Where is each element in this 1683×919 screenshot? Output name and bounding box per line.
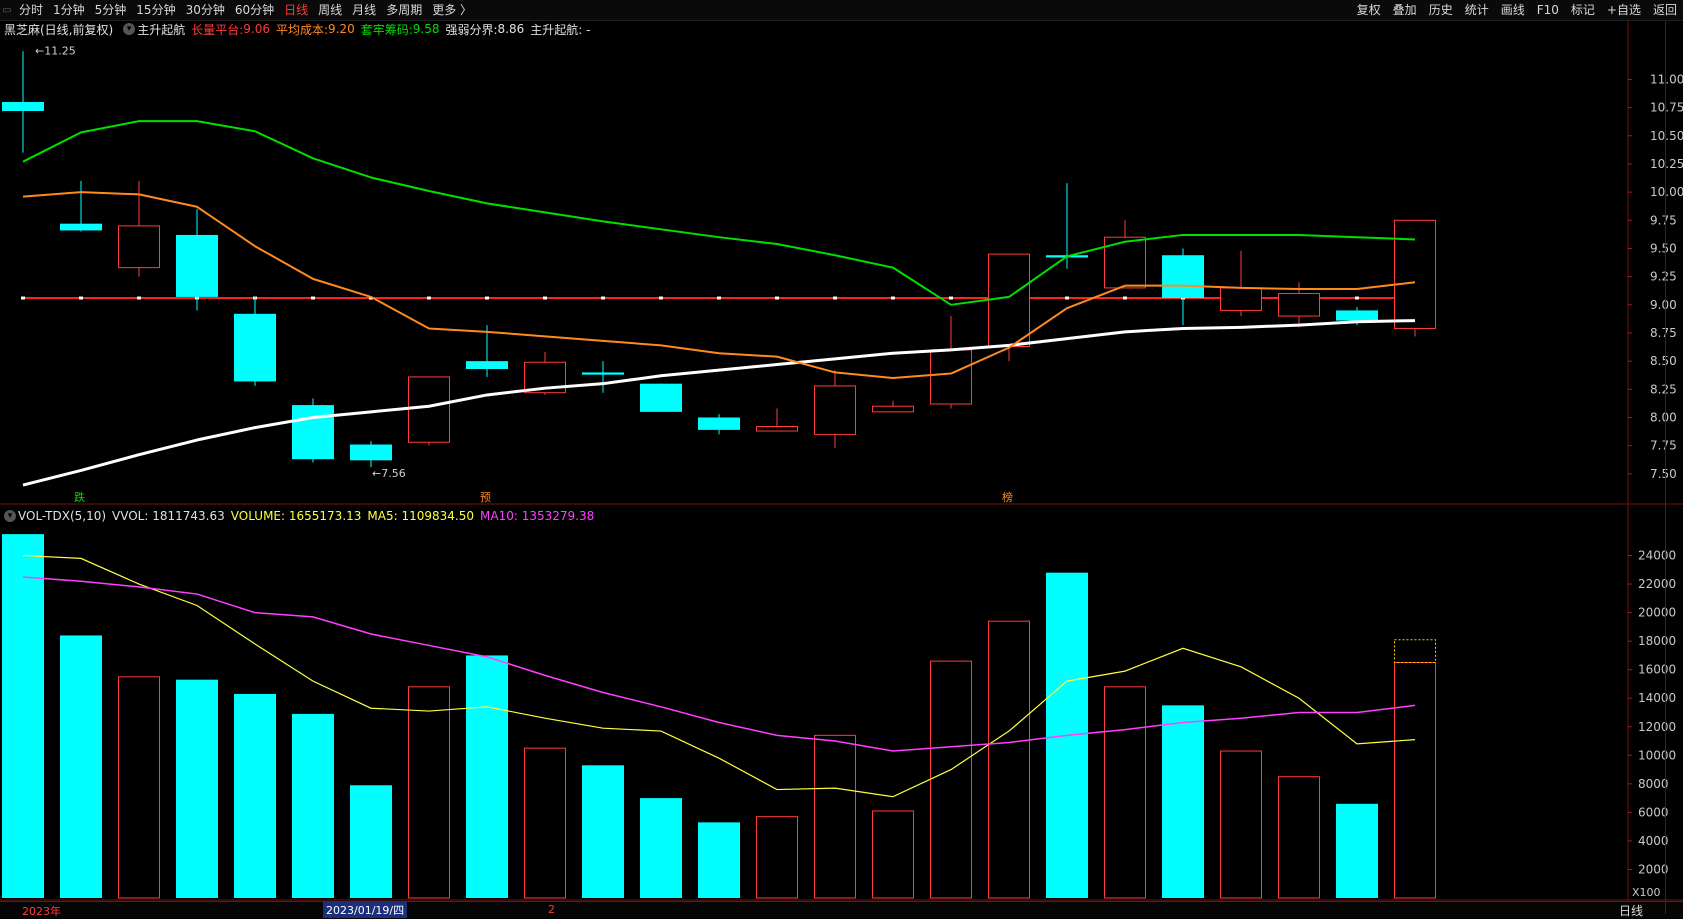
cost-line-marker (543, 296, 547, 300)
candle-body (640, 383, 682, 412)
low-annotation: ←7.56 (372, 467, 406, 480)
volume-bar (930, 660, 972, 899)
volume-bar (408, 686, 450, 899)
candle-body (118, 225, 160, 269)
candle-body (930, 349, 972, 405)
indicator-line-green (22, 120, 1416, 306)
status-date: 2023/01/19/四 (323, 902, 408, 918)
cost-line-marker (1123, 296, 1127, 300)
candle-body (582, 372, 624, 375)
cost-line-marker (311, 296, 315, 300)
candle-body (408, 376, 450, 443)
indicator-line-orange (22, 191, 1416, 380)
high-annotation: ←11.25 (35, 44, 76, 57)
volume-bar (582, 765, 624, 898)
cost-line-marker (891, 296, 895, 300)
cost-line-marker (137, 296, 141, 300)
cost-line-marker (717, 296, 721, 300)
volume-bar (640, 798, 682, 898)
volume-tick-label: 2000 (1638, 862, 1669, 876)
candle-body (872, 405, 914, 413)
candle-body (292, 405, 334, 460)
cost-line-marker (1065, 296, 1069, 300)
candle-body (1220, 287, 1262, 311)
volume-tick-label: 8000 (1638, 777, 1669, 791)
volume-bar (1220, 750, 1262, 899)
volume-tick-label: 4000 (1638, 834, 1669, 848)
cost-line-marker (485, 296, 489, 300)
signal-mark: 榜 (1002, 490, 1013, 504)
candle-body (756, 426, 798, 432)
volume-bar (1394, 662, 1436, 899)
cost-line-marker (1355, 296, 1359, 300)
volume-bar (1336, 803, 1378, 898)
candle-body (1336, 310, 1378, 321)
volume-bar (234, 693, 276, 898)
cost-line-marker (833, 296, 837, 300)
volume-bar (292, 713, 334, 898)
candle-body (234, 313, 276, 382)
volume-bar (1278, 776, 1320, 899)
cost-line-marker (427, 296, 431, 300)
cost-line-marker (79, 296, 83, 300)
ma5-line (22, 554, 1416, 798)
cost-line-marker (601, 296, 605, 300)
volume-forecast-box (1394, 639, 1436, 664)
candle-body (466, 361, 508, 370)
volume-bar (2, 534, 44, 898)
status-bar: 2023年 2023/01/19/四 2 日线 (0, 901, 1683, 918)
volume-bar (1162, 705, 1204, 898)
volume-bar (524, 747, 566, 899)
signal-mark: 跌 (74, 490, 85, 504)
candle-body (350, 444, 392, 461)
candle-body (988, 253, 1030, 347)
volume-bar (176, 679, 218, 898)
volume-scale-tag: X100 (1632, 886, 1661, 899)
volume-bar (698, 822, 740, 898)
cost-line-marker (949, 296, 953, 300)
tab-daily-bottom[interactable]: 日线 (1619, 902, 1643, 919)
kline-chart[interactable]: 7.507.758.008.258.508.759.009.259.509.75… (0, 0, 1683, 917)
volume-bar (756, 816, 798, 899)
candle-body (176, 234, 218, 297)
volume-bar (988, 620, 1030, 899)
cost-line-marker (659, 296, 663, 300)
cost-line-marker (21, 296, 25, 300)
volume-tick-label: 6000 (1638, 805, 1669, 819)
signal-mark: 预 (480, 491, 491, 504)
cost-line-marker (775, 296, 779, 300)
volume-bar (60, 635, 102, 898)
volume-bar (466, 655, 508, 898)
candle-body (1278, 293, 1320, 317)
candle-body (698, 417, 740, 430)
volume-bar (118, 676, 160, 899)
candle-body (814, 385, 856, 435)
candle-body (60, 223, 102, 231)
ma10-line (22, 576, 1416, 752)
right-scrollbar[interactable] (1665, 21, 1680, 914)
candle-body (1162, 255, 1204, 299)
volume-bar (872, 810, 914, 899)
status-page: 2 (548, 903, 555, 916)
indicator-line-white (22, 319, 1416, 487)
volume-bar (1104, 686, 1146, 899)
volume-bar (350, 785, 392, 898)
volume-bar (814, 734, 856, 899)
candle-body (1394, 219, 1436, 329)
candle-body (2, 101, 44, 111)
